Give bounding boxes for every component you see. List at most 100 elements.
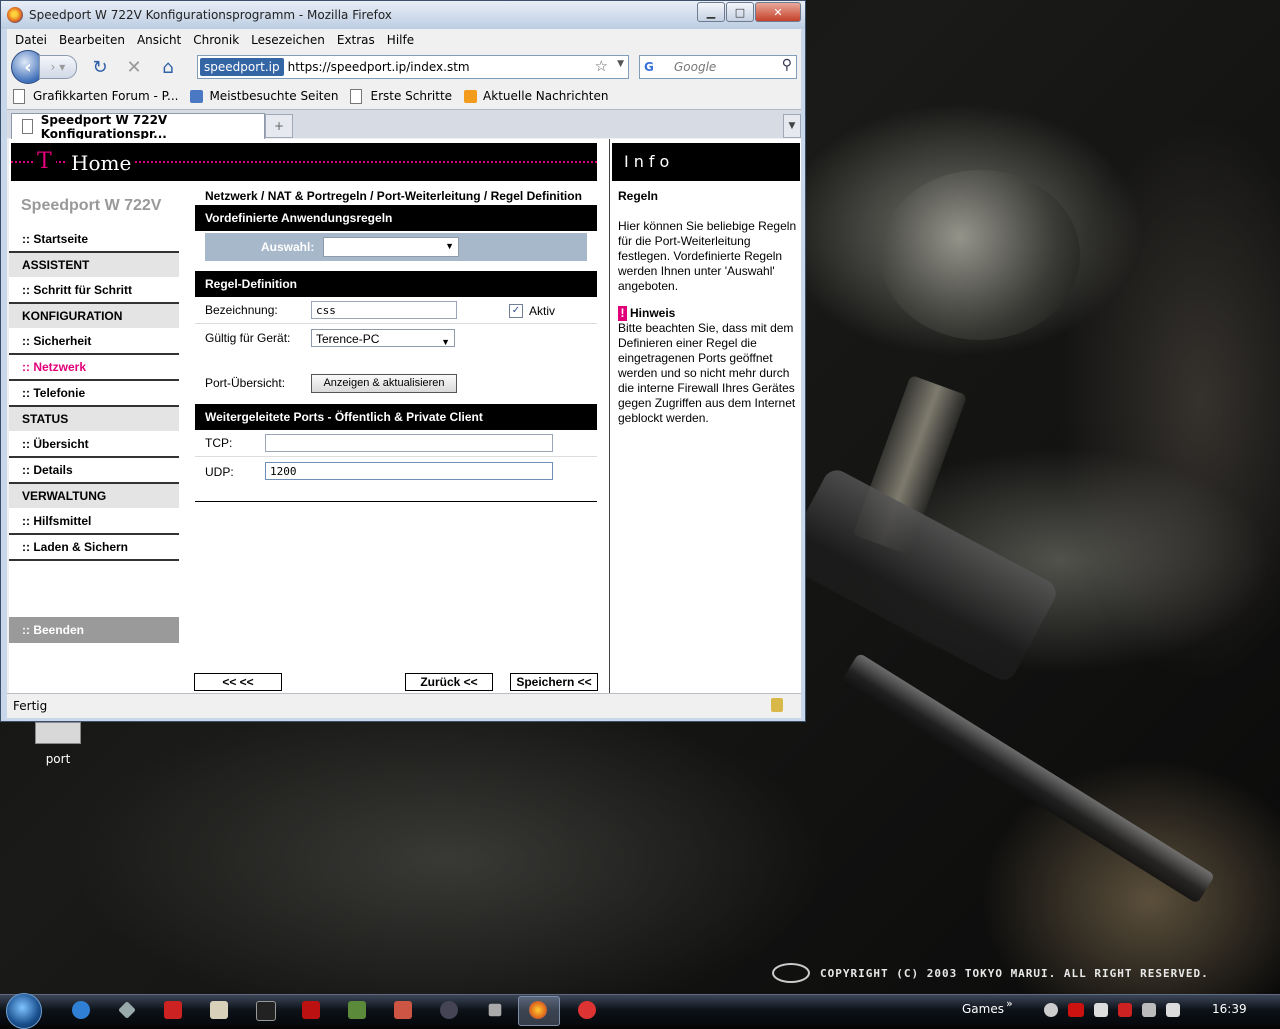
close-button[interactable]: ✕ [755,2,801,22]
menu-chronik[interactable]: Chronik [193,33,239,47]
stop-icon[interactable]: ✕ [123,56,145,78]
wallpaper-helmet [880,170,1080,340]
search-icon[interactable]: ⚲ [782,57,792,73]
sidebar-item[interactable]: :: Schritt für Schritt [9,278,179,304]
breadcrumb: Netzwerk / NAT & Portregeln / Port-Weite… [205,189,582,203]
sidebar-nav: :: Startseite ASSISTENT:: Schritt für Sch… [9,227,179,561]
ati-tray-icon[interactable] [1068,1003,1084,1017]
url-dropdown-icon[interactable]: ▼ [617,59,624,69]
flag-icon[interactable] [1094,1003,1108,1017]
sidebar-item[interactable]: :: Startseite [9,227,179,253]
back-button[interactable]: Zurück << [405,673,493,691]
bookmark-item[interactable]: Erste Schritte [350,88,452,104]
clock[interactable]: 16:39 [1212,1002,1247,1016]
url-text[interactable]: https://speedport.ip/index.stm [288,60,470,74]
menu-datei[interactable]: Datei [15,33,47,47]
tray-icon[interactable] [1044,1003,1058,1017]
info-body: Regeln Hier können Sie beliebige Regeln … [618,189,800,426]
device-label: Gültig für Gerät: [205,331,291,345]
sidebar-item[interactable]: :: Details [9,458,179,484]
internet-explorer-icon[interactable] [72,1001,90,1019]
menu-bearbeiten[interactable]: Bearbeiten [59,33,125,47]
forward-button[interactable]: › ▾ [39,55,77,79]
app-icon[interactable] [210,1001,228,1019]
info-title: Regeln [618,189,659,203]
menu-bar: Datei Bearbeiten Ansicht Chronik Lesezei… [7,29,801,51]
network-icon[interactable] [1142,1003,1156,1017]
search-placeholder: Google [674,60,717,74]
auswahl-select[interactable]: ▼ [323,237,459,257]
telekom-t-logo: T [33,149,56,174]
app-icon[interactable] [302,1001,320,1019]
sidebar-category: ASSISTENT [9,253,179,278]
new-tab-button[interactable]: + [265,114,293,138]
steam-icon[interactable] [440,1001,458,1019]
volume-icon[interactable] [1166,1003,1180,1017]
tab-speedport[interactable]: Speedport W 722V Konfigurationspr... [11,113,265,141]
udp-input[interactable]: 1200 [265,462,553,480]
address-bar[interactable]: speedport.ip https://speedport.ip/index.… [197,55,629,79]
app-icon[interactable] [578,1001,596,1019]
tab-list-button[interactable]: ▼ [783,114,801,138]
udp-row: UDP: 1200 [195,457,597,502]
name-row: Bezeichnung: css ✓ Aktiv [195,297,597,324]
wallpaper-copyright: COPYRIGHT (C) 2003 TOKYO MARUI. ALL RIGH… [772,963,1209,983]
name-input[interactable]: css [311,301,457,319]
browser-chrome: Datei Bearbeiten Ansicht Chronik Lesezei… [7,29,801,718]
quicklaunch-games-label[interactable]: Games [962,1002,1004,1016]
sidebar-item[interactable]: :: Telefonie [9,381,179,407]
info-text: Hier können Sie beliebige Regeln für die… [618,219,797,293]
show-update-button[interactable]: Anzeigen & aktualisieren [311,374,457,393]
minimize-button[interactable]: ▁ [697,2,725,22]
toolbar-expand-icon[interactable]: » [1006,997,1013,1010]
taskbar: Games » 16:39 [0,993,1280,1029]
section-predefined-heading: Vordefinierte Anwendungsregeln [195,205,597,231]
menu-ansicht[interactable]: Ansicht [137,33,181,47]
bookmark-item[interactable]: Meistbesuchte Seiten [190,89,338,103]
bookmark-star-icon[interactable]: ☆ [595,57,608,75]
first-page-button[interactable]: << << [194,673,282,691]
bookmark-item[interactable]: Aktuelle Nachrichten [464,89,608,103]
page-icon [22,119,33,134]
tcp-input[interactable] [265,434,553,452]
app-icon[interactable] [394,1001,412,1019]
google-engine-icon[interactable]: G [644,60,658,74]
menu-extras[interactable]: Extras [337,33,375,47]
tab-bar: Speedport W 722V Konfigurationspr... + ▼ [7,109,801,141]
reload-icon[interactable]: ↻ [89,56,111,78]
app-icon[interactable] [488,1003,502,1017]
search-bar[interactable]: G Google ⚲ [639,55,797,79]
title-bar[interactable]: Speedport W 722V Konfigurationsprogramm … [1,1,805,29]
app-icon[interactable] [256,1001,276,1021]
sidebar-category: VERWALTUNG [9,484,179,509]
logout-button[interactable]: :: Beenden [9,617,179,643]
bookmark-item[interactable]: Grafikkarten Forum - P... [13,88,178,104]
hint-text: Bitte beachten Sie, dass mit dem Definie… [618,321,796,425]
rss-icon [464,89,478,103]
site-identity-badge[interactable]: speedport.ip [200,58,284,76]
firefox-window: Speedport W 722V Konfigurationsprogramm … [0,0,806,722]
sidebar-item[interactable]: :: Laden & Sichern [9,535,179,561]
page-icon [350,88,363,104]
maximize-button[interactable]: □ [726,2,754,22]
tray-icon[interactable] [1118,1003,1132,1017]
sidebar-category: KONFIGURATION [9,304,179,329]
sidebar-item[interactable]: :: Übersicht [9,432,179,458]
section-forwarded-heading: Weitergeleitete Ports - Öffentlich & Pri… [195,404,597,430]
home-icon[interactable]: ⌂ [157,56,179,78]
info-panel: Info Regeln Hier können Sie beliebige Re… [609,139,802,693]
lock-icon[interactable] [771,698,783,712]
sidebar-item[interactable]: :: Hilfsmittel [9,509,179,535]
sidebar-item[interactable]: :: Netzwerk [9,355,179,381]
device-select[interactable]: Terence-PC ▼ [311,329,455,347]
antivirus-icon[interactable] [164,1001,182,1019]
save-button[interactable]: Speichern << [510,673,598,691]
app-icon[interactable] [348,1001,366,1019]
desktop-icon-port[interactable]: port [28,722,88,766]
menu-lesezeichen[interactable]: Lesezeichen [251,33,325,47]
menu-hilfe[interactable]: Hilfe [387,33,414,47]
page-content: T Home Speedport W 722V :: Startseite ASS… [9,139,801,693]
sidebar-item[interactable]: :: Sicherheit [9,329,179,355]
app-icon[interactable] [118,1001,136,1019]
active-checkbox[interactable]: ✓ [509,304,523,318]
